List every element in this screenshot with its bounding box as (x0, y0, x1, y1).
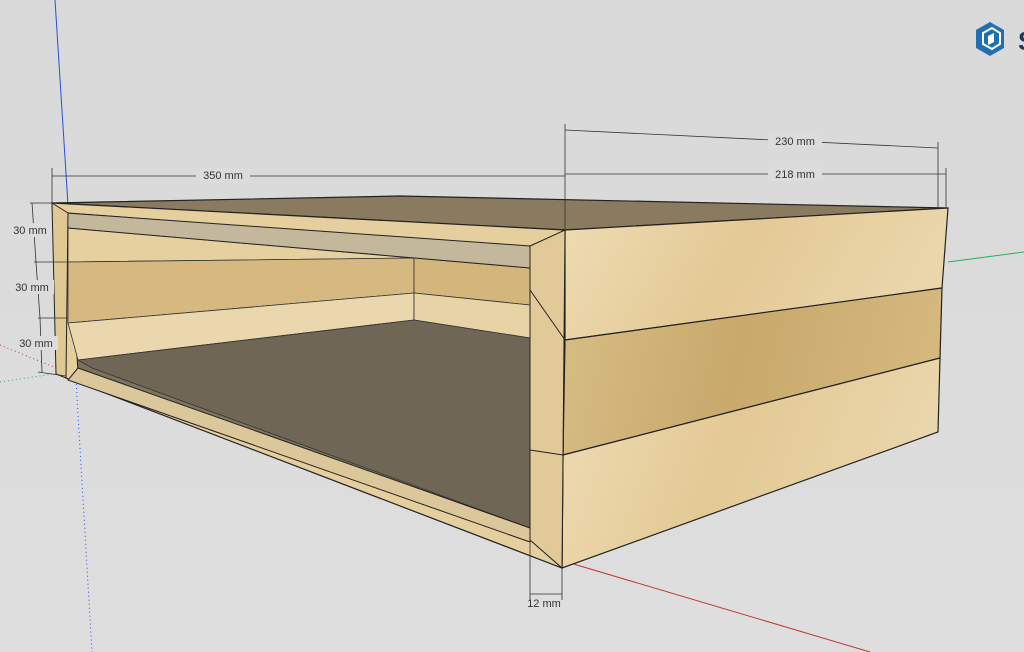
red-axis (559, 559, 871, 652)
corner-bevel-top-left (51, 202, 69, 379)
dimension-label: 30 mm (19, 338, 53, 350)
green-axis (947, 251, 1024, 263)
dimension-label: 230 mm (775, 136, 815, 148)
blue-axis-dotted (75, 379, 93, 652)
dimension-label: 12 mm (527, 598, 561, 610)
corner-bevel-top-right (529, 229, 566, 570)
sketchup-logo-icon: S (976, 22, 1024, 56)
dimension-label: 30 mm (15, 282, 49, 294)
dimension-label: 218 mm (775, 169, 815, 181)
dimension-label: 350 mm (203, 170, 243, 182)
dimension-label: 30 mm (13, 225, 47, 237)
dimension-depth-outer[interactable]: 230 mm (564, 124, 939, 208)
3d-viewport[interactable]: 350 mm 230 mm 218 mm 30 mm 30 mm 30 mm 1… (0, 0, 1024, 652)
model-canvas[interactable]: 350 mm 230 mm 218 mm 30 mm 30 mm 30 mm 1… (0, 0, 1024, 652)
blue-axis (54, 0, 69, 206)
svg-text:S: S (1018, 26, 1024, 56)
dimension-height-top[interactable]: 30 mm (8, 202, 56, 263)
